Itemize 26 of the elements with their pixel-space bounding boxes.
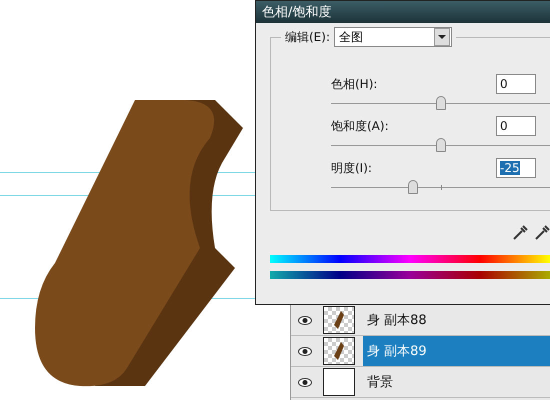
layer-name[interactable]: 背景 bbox=[363, 367, 550, 397]
shape-icon bbox=[334, 342, 344, 360]
eyedropper-icon[interactable] bbox=[512, 225, 528, 241]
eye-icon[interactable] bbox=[298, 316, 312, 324]
slider-track[interactable] bbox=[331, 96, 550, 110]
slider-label: 明度(I): bbox=[331, 160, 372, 176]
value-field[interactable]: 0 bbox=[496, 116, 536, 136]
layer-name[interactable]: 身 副本89 bbox=[363, 336, 550, 366]
caret-icon bbox=[434, 28, 450, 46]
eye-icon[interactable] bbox=[298, 378, 312, 386]
slider-label: 饱和度(A): bbox=[331, 118, 389, 134]
shape-icon bbox=[334, 311, 344, 329]
eyedropper-icon[interactable] bbox=[534, 225, 550, 241]
value-field[interactable]: 0 bbox=[496, 74, 536, 94]
slider-track[interactable] bbox=[331, 138, 550, 152]
value-field[interactable]: -25 bbox=[496, 158, 536, 178]
slider-track[interactable] bbox=[331, 180, 550, 194]
eye-icon[interactable] bbox=[298, 346, 312, 356]
layer-name[interactable]: 身 副本88 bbox=[363, 305, 550, 335]
slider-thumb[interactable] bbox=[436, 96, 446, 110]
slider-label: 色相(H): bbox=[331, 76, 378, 92]
edit-label: 编辑(E): bbox=[285, 28, 330, 46]
slider-thumb[interactable] bbox=[436, 138, 446, 152]
slider-thumb[interactable] bbox=[408, 180, 418, 194]
edit-dropdown[interactable]: 全图 bbox=[334, 27, 452, 47]
dialog-title: 色相/饱和度 bbox=[256, 1, 550, 23]
